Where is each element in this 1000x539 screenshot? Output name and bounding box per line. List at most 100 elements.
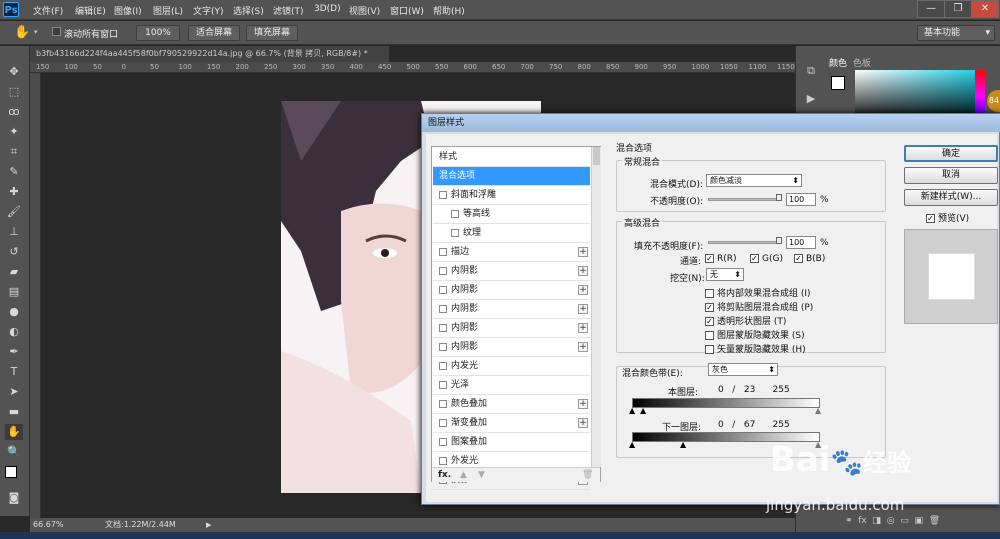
style-checkbox[interactable]: [439, 456, 447, 465]
opacity-slider-handle[interactable]: [776, 194, 782, 201]
blend-option-checkbox[interactable]: [705, 331, 714, 340]
scroll-all-checkbox[interactable]: [52, 27, 61, 37]
style-row[interactable]: 图案叠加: [433, 433, 590, 452]
add-effect-icon[interactable]: +: [578, 418, 588, 428]
style-checkbox[interactable]: [439, 418, 447, 427]
blend-option[interactable]: 图层蒙版隐藏效果 (S): [705, 328, 805, 341]
this-layer-black-split-handle[interactable]: ▲: [640, 406, 646, 415]
move-up-icon[interactable]: ▲: [460, 470, 467, 480]
close-button[interactable]: ✕: [971, 0, 999, 18]
history-panel-icon[interactable]: ⧉: [802, 64, 820, 80]
add-effect-icon[interactable]: +: [578, 323, 588, 333]
knockout-select[interactable]: 无 ⬍: [706, 268, 744, 281]
opacity-input[interactable]: 100: [786, 193, 816, 206]
style-row[interactable]: 样式: [433, 148, 590, 167]
preview-checkbox[interactable]: ✓: [926, 214, 935, 223]
rectangle-tool-icon[interactable]: ▬: [5, 404, 23, 420]
style-checkbox[interactable]: [439, 285, 447, 294]
style-row[interactable]: 描边 +: [433, 243, 590, 262]
channel-r-checkbox[interactable]: ✓: [705, 254, 714, 263]
path-select-tool-icon[interactable]: ➤: [5, 384, 23, 400]
tab-swatches[interactable]: 色板: [853, 56, 871, 69]
quick-mask-icon[interactable]: ◙: [5, 490, 23, 506]
this-layer-black-handle[interactable]: ▲: [629, 406, 635, 415]
status-zoom[interactable]: 66.67%: [33, 518, 64, 532]
pen-tool-icon[interactable]: ✒: [5, 344, 23, 360]
fill-opacity-slider[interactable]: [708, 241, 782, 244]
menu-window[interactable]: 窗口(W): [390, 4, 424, 17]
workspace-select[interactable]: 基本功能 ▾: [917, 25, 995, 41]
blend-mode-select[interactable]: 颜色减淡 ⬍: [706, 174, 802, 187]
fill-opacity-slider-handle[interactable]: [776, 237, 782, 244]
style-row[interactable]: 内阴影 +: [433, 338, 590, 357]
style-checkbox[interactable]: [451, 228, 459, 237]
style-checkbox[interactable]: [439, 323, 447, 332]
style-checkbox[interactable]: [451, 209, 459, 218]
move-tool-icon[interactable]: ✥: [5, 64, 23, 80]
foreground-color-swatch[interactable]: [5, 466, 17, 478]
fx-menu-icon[interactable]: fx.: [438, 470, 451, 480]
menu-filter[interactable]: 滤镜(T): [273, 4, 304, 17]
opacity-slider[interactable]: [708, 198, 782, 201]
style-checkbox[interactable]: [439, 304, 447, 313]
tab-color[interactable]: 颜色: [829, 56, 847, 69]
zoom-100-button[interactable]: 100%: [136, 25, 180, 41]
style-row[interactable]: 内阴影 +: [433, 281, 590, 300]
panel-fg-swatch[interactable]: [831, 76, 845, 90]
eyedropper-tool-icon[interactable]: ✎: [5, 164, 23, 180]
hand-tool-icon[interactable]: ✋: [14, 25, 30, 40]
ok-button[interactable]: 确定: [904, 145, 998, 162]
minimize-button[interactable]: —: [917, 0, 945, 18]
style-row[interactable]: 内阴影 +: [433, 300, 590, 319]
fit-screen-button[interactable]: 适合屏幕: [188, 25, 240, 41]
fill-screen-button[interactable]: 填充屏幕: [246, 25, 298, 41]
stamp-tool-icon[interactable]: ⊥: [5, 224, 23, 240]
document-tab[interactable]: b3fb43166d224f4aa445f58f0bf790529922d14a…: [30, 46, 390, 62]
channel-b[interactable]: ✓ B(B): [794, 254, 825, 264]
blur-tool-icon[interactable]: ●: [5, 304, 23, 320]
style-checkbox[interactable]: [439, 361, 447, 370]
menu-type[interactable]: 文字(Y): [193, 4, 224, 17]
cancel-button[interactable]: 取消: [904, 167, 998, 184]
add-effect-icon[interactable]: +: [578, 304, 588, 314]
new-style-button[interactable]: 新建样式(W)...: [904, 189, 998, 206]
style-checkbox[interactable]: [439, 380, 447, 389]
style-row[interactable]: 等高线: [433, 205, 590, 224]
scroll-thumb[interactable]: [593, 147, 600, 165]
style-row[interactable]: 斜面和浮雕: [433, 186, 590, 205]
add-effect-icon[interactable]: +: [578, 266, 588, 276]
layers-footer-icons[interactable]: ⚭ fx ◨ ◎ ▭ ▣ 🗑: [845, 516, 995, 530]
type-tool-icon[interactable]: T: [5, 364, 23, 380]
tool-preset-chevron-icon[interactable]: ▾: [34, 28, 38, 36]
marquee-tool-icon[interactable]: ⬚: [5, 84, 23, 100]
style-checkbox[interactable]: [439, 342, 447, 351]
blend-if-select[interactable]: 灰色 ⬍: [708, 363, 778, 376]
zoom-tool-icon[interactable]: 🔍: [5, 444, 23, 460]
style-row[interactable]: 光泽: [433, 376, 590, 395]
blend-option[interactable]: 将内部效果混合成组 (I): [705, 286, 811, 299]
blend-option-checkbox[interactable]: [705, 345, 714, 354]
delete-effect-icon[interactable]: 🗑: [582, 470, 593, 480]
blend-option[interactable]: ✓ 将剪贴图层混合成组 (P): [705, 300, 813, 313]
gradient-tool-icon[interactable]: ▤: [5, 284, 23, 300]
menu-edit[interactable]: 编辑(E): [75, 4, 106, 17]
channel-b-checkbox[interactable]: ✓: [794, 254, 803, 263]
menu-layer[interactable]: 图层(L): [153, 4, 183, 17]
healing-tool-icon[interactable]: ✚: [5, 184, 23, 200]
blend-option[interactable]: ✓ 透明形状图层 (T): [705, 314, 786, 327]
add-effect-icon[interactable]: +: [578, 399, 588, 409]
add-effect-icon[interactable]: +: [578, 342, 588, 352]
menu-file[interactable]: 文件(F): [33, 4, 63, 17]
this-layer-gradient[interactable]: [632, 398, 820, 408]
channel-r[interactable]: ✓ R(R): [705, 254, 737, 264]
move-down-icon[interactable]: ▼: [478, 470, 485, 480]
blend-option-checkbox[interactable]: [705, 289, 714, 298]
blend-option-checkbox[interactable]: ✓: [705, 317, 714, 326]
menu-select[interactable]: 选择(S): [233, 4, 264, 17]
style-list-scrollbar[interactable]: [591, 147, 601, 467]
style-row[interactable]: 混合选项: [433, 167, 590, 186]
menu-view[interactable]: 视图(V): [349, 4, 380, 17]
dialog-title[interactable]: 图层样式: [422, 114, 1000, 132]
style-checkbox[interactable]: [439, 399, 447, 408]
quick-select-tool-icon[interactable]: ✦: [5, 124, 23, 140]
